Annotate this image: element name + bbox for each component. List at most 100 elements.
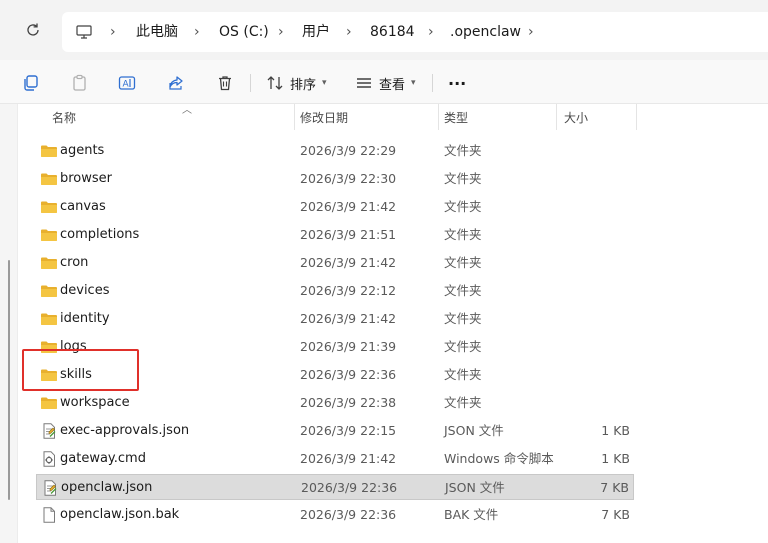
rename-button[interactable]: A xyxy=(118,72,136,94)
navigation-pane-edge xyxy=(0,104,18,543)
file-row[interactable]: workspace 2026/3/9 22:38 文件夹 xyxy=(36,390,634,416)
file-type: BAK 文件 xyxy=(444,507,499,522)
scrollbar-thumb[interactable] xyxy=(8,260,10,500)
file-modified: 2026/3/9 22:12 xyxy=(300,283,397,298)
file-name: openclaw.json.bak xyxy=(60,507,180,522)
file-row[interactable]: openclaw.json.bak 2026/3/9 22:36 BAK 文件 7 K… xyxy=(36,502,634,528)
file-row[interactable]: identity 2026/3/9 21:42 文件夹 xyxy=(36,306,634,332)
breadcrumb-users[interactable]: 用户 xyxy=(302,23,330,41)
file-row[interactable]: openclaw.json 2026/3/9 22:36 JSON 文件 7 KB xyxy=(36,474,634,500)
file-name: agents xyxy=(60,143,105,158)
breadcrumb-this-pc[interactable]: 此电脑 xyxy=(136,23,178,41)
svg-text:A: A xyxy=(123,80,130,90)
file-modified: 2026/3/9 21:42 xyxy=(300,199,397,214)
copy-icon xyxy=(24,75,38,91)
column-modified[interactable]: 修改日期 xyxy=(294,104,438,132)
column-divider[interactable] xyxy=(556,104,557,130)
file-modified: 2026/3/9 22:29 xyxy=(300,143,397,158)
file-type: 文件夹 xyxy=(444,199,482,214)
file-type: 文件夹 xyxy=(444,227,482,242)
json-file-icon xyxy=(40,423,58,439)
column-name[interactable]: 名称 xyxy=(46,104,296,132)
trash-icon xyxy=(219,76,231,91)
paste-icon xyxy=(73,74,86,91)
file-type: Windows 命令脚本 xyxy=(444,451,554,466)
file-row[interactable]: agents 2026/3/9 22:29 文件夹 xyxy=(36,138,634,164)
file-type: JSON 文件 xyxy=(444,423,504,438)
file-name: exec-approvals.json xyxy=(60,423,190,438)
toolbar-divider xyxy=(432,74,433,92)
folder-icon xyxy=(40,395,58,411)
file-row[interactable]: completions 2026/3/9 21:51 文件夹 xyxy=(36,222,634,248)
chevron-down-icon: ▾ xyxy=(322,78,327,88)
computer-icon xyxy=(76,25,92,39)
refresh-icon[interactable] xyxy=(22,22,44,44)
file-type: 文件夹 xyxy=(444,395,482,410)
file-row[interactable]: cron 2026/3/9 21:42 文件夹 xyxy=(36,250,634,276)
copy-button[interactable] xyxy=(22,72,40,94)
sort-icon xyxy=(267,76,283,90)
file-modified: 2026/3/9 22:36 xyxy=(300,367,397,382)
share-button[interactable] xyxy=(167,72,185,94)
folder-icon xyxy=(40,283,58,299)
column-size[interactable]: 大小 xyxy=(558,104,636,132)
file-list: ︿ 名称 修改日期 类型 大小 agents 2026/3/9 22:29 文件夹 b… xyxy=(0,104,768,543)
file-modified: 2026/3/9 21:42 xyxy=(300,311,397,326)
file-modified: 2026/3/9 21:42 xyxy=(300,255,397,270)
chevron-right-icon[interactable]: › xyxy=(528,23,534,41)
file-modified: 2026/3/9 22:36 xyxy=(301,480,398,495)
view-button[interactable]: 查看 ▾ xyxy=(355,72,416,94)
more-options-button[interactable]: ··· xyxy=(448,72,466,94)
file-name: gateway.cmd xyxy=(60,451,146,466)
file-type: 文件夹 xyxy=(444,367,482,382)
rename-icon: A xyxy=(118,76,136,90)
column-divider[interactable] xyxy=(636,104,637,130)
file-modified: 2026/3/9 21:39 xyxy=(300,339,397,354)
column-header: ︿ 名称 修改日期 类型 大小 xyxy=(18,104,768,132)
file-type: 文件夹 xyxy=(444,283,482,298)
breadcrumb-user-folder[interactable]: 86184 xyxy=(370,23,415,41)
more-icon: ··· xyxy=(448,73,467,93)
file-name: canvas xyxy=(60,199,106,214)
command-bar: A 排序 ▾ 查看 ▾ ··· xyxy=(0,60,768,104)
file-type: 文件夹 xyxy=(444,311,482,326)
file-name: devices xyxy=(60,283,110,298)
file-name: cron xyxy=(60,255,89,270)
address-bar-row: › 此电脑 › OS (C:) › 用户 › 86184 › .openclaw… xyxy=(0,0,768,60)
breadcrumb-drive-c[interactable]: OS (C:) xyxy=(219,23,269,41)
paste-button[interactable] xyxy=(71,72,89,94)
file-modified: 2026/3/9 21:51 xyxy=(300,227,397,242)
file-size: 1 KB xyxy=(601,423,630,438)
toolbar-divider xyxy=(250,74,251,92)
chevron-right-icon[interactable]: › xyxy=(194,23,200,41)
sort-button[interactable]: 排序 ▾ xyxy=(266,72,327,94)
file-row[interactable]: canvas 2026/3/9 21:42 文件夹 xyxy=(36,194,634,220)
file-row[interactable]: devices 2026/3/9 22:12 文件夹 xyxy=(36,278,634,304)
folder-icon xyxy=(40,227,58,243)
folder-icon xyxy=(40,199,58,215)
breadcrumb-openclaw[interactable]: .openclaw xyxy=(450,23,521,41)
share-icon xyxy=(169,76,183,90)
file-row[interactable]: exec-approvals.json 2026/3/9 22:15 JSON 文件… xyxy=(36,418,634,444)
file-modified: 2026/3/9 22:38 xyxy=(300,395,397,410)
json-file-icon xyxy=(41,480,59,496)
folder-icon xyxy=(40,311,58,327)
file-name: completions xyxy=(60,227,140,242)
chevron-right-icon[interactable]: › xyxy=(278,23,284,41)
file-name: openclaw.json xyxy=(61,480,153,495)
delete-button[interactable] xyxy=(216,72,234,94)
file-size: 7 KB xyxy=(601,507,630,522)
chevron-right-icon[interactable]: › xyxy=(428,23,434,41)
file-row[interactable]: gateway.cmd 2026/3/9 21:42 Windows 命令脚本 1 K… xyxy=(36,446,634,472)
file-type: 文件夹 xyxy=(444,339,482,354)
address-bar[interactable]: › 此电脑 › OS (C:) › 用户 › 86184 › .openclaw… xyxy=(62,12,768,52)
file-modified: 2026/3/9 22:36 xyxy=(300,507,397,522)
column-type[interactable]: 类型 xyxy=(438,104,556,132)
chevron-right-icon[interactable]: › xyxy=(346,23,352,41)
file-row[interactable]: browser 2026/3/9 22:30 文件夹 xyxy=(36,166,634,192)
file-size: 1 KB xyxy=(601,451,630,466)
file-modified: 2026/3/9 22:30 xyxy=(300,171,397,186)
chevron-right-icon[interactable]: › xyxy=(110,23,116,41)
file-type: 文件夹 xyxy=(444,255,482,270)
file-type: JSON 文件 xyxy=(445,480,505,495)
